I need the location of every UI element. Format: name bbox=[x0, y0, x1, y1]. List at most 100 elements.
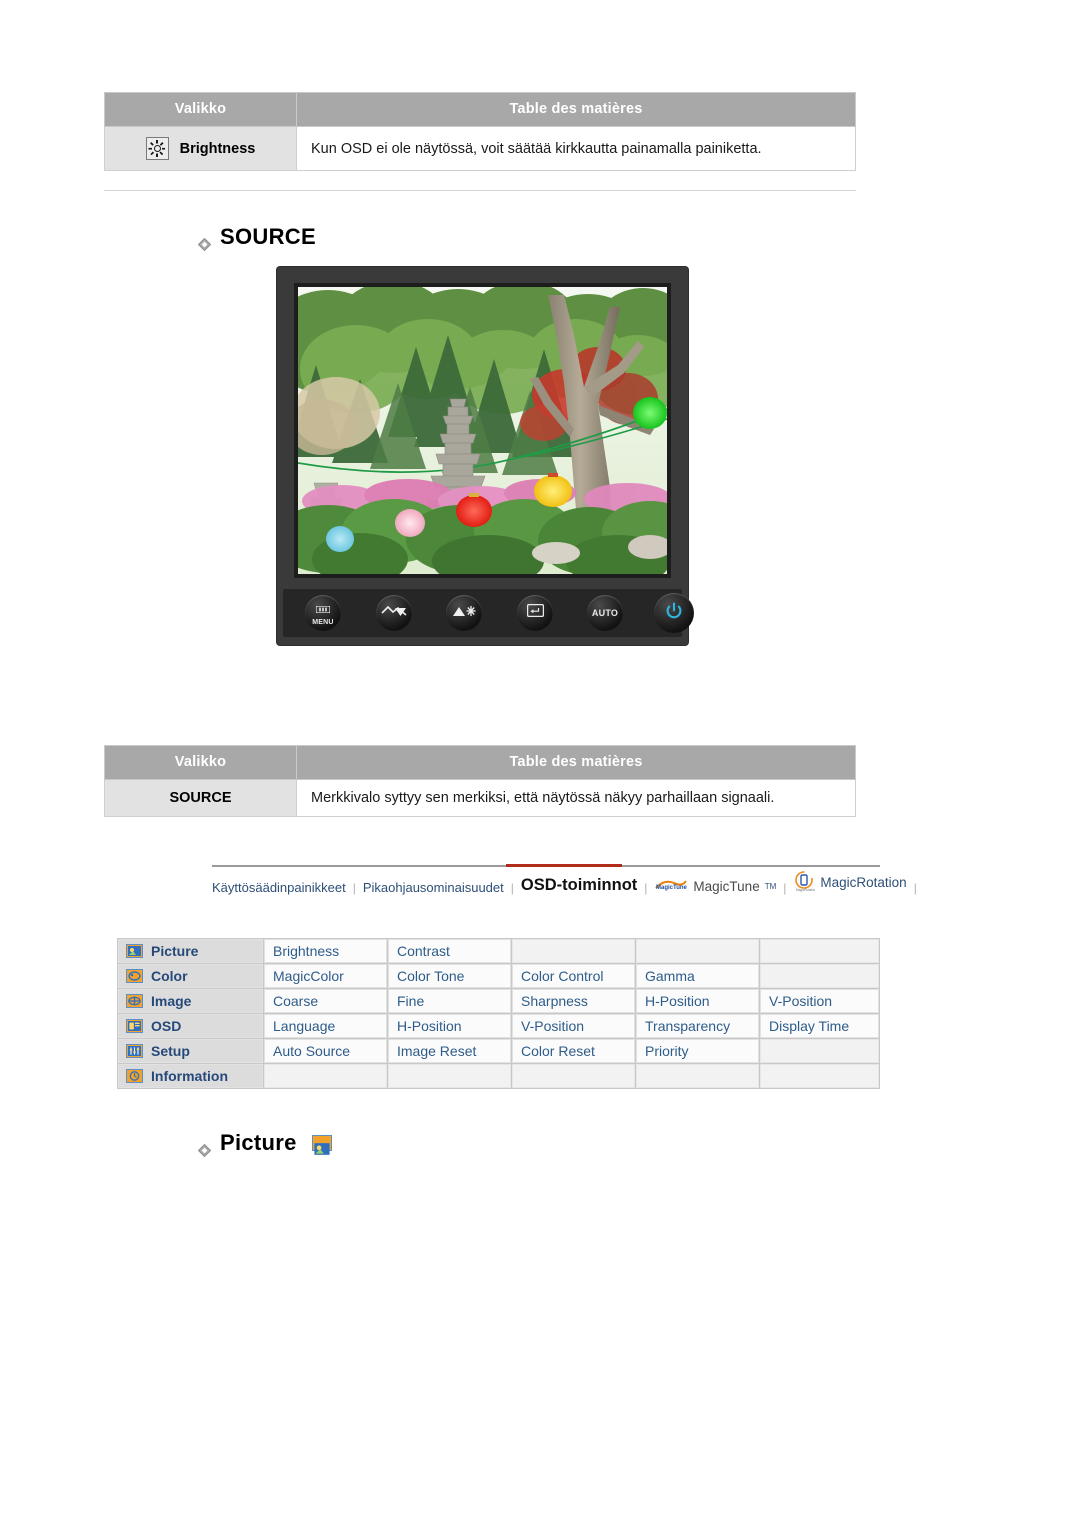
brightness-label: Brightness bbox=[179, 140, 256, 157]
up-brightness-icon bbox=[451, 604, 477, 623]
osd-item-empty bbox=[760, 1064, 879, 1088]
table-header-row: Valikko Table des matières bbox=[104, 745, 856, 780]
table-header-row: Valikko Table des matières bbox=[104, 92, 856, 127]
osd-item-empty bbox=[636, 1064, 759, 1088]
setup-icon bbox=[126, 1044, 143, 1058]
osd-icon bbox=[126, 1019, 143, 1033]
osd-grid-row: Image Coarse Fine Sharpness H-Position V… bbox=[118, 989, 879, 1013]
nav-item-osd-functions[interactable]: OSD-toiminnot bbox=[521, 876, 637, 899]
active-tab-underline bbox=[506, 864, 622, 867]
osd-item[interactable]: H-Position bbox=[636, 989, 759, 1013]
magicrotation-logo-icon: MagicRotation bbox=[793, 870, 817, 895]
osd-grid-row: Information bbox=[118, 1064, 879, 1088]
source-heading: SOURCE bbox=[197, 224, 316, 251]
osd-item-empty bbox=[264, 1064, 387, 1088]
menu-button-label: MENU bbox=[312, 619, 334, 626]
enter-source-button[interactable] bbox=[517, 595, 553, 631]
column-header-menu: Valikko bbox=[104, 92, 297, 127]
osd-group-color[interactable]: Color bbox=[118, 964, 263, 988]
osd-item-empty bbox=[512, 1064, 635, 1088]
osd-item[interactable]: Transparency bbox=[636, 1014, 759, 1038]
osd-item[interactable]: H-Position bbox=[388, 1014, 511, 1038]
osd-group-label: Image bbox=[151, 993, 192, 1009]
osd-item[interactable]: Priority bbox=[636, 1039, 759, 1063]
brightness-description: Kun OSD ei ole näytössä, voit säätää kir… bbox=[296, 126, 856, 171]
osd-item[interactable]: Language bbox=[264, 1014, 387, 1038]
brightness-menu-cell: Brightness bbox=[104, 126, 297, 171]
svg-text:MagicTune: MagicTune bbox=[656, 885, 688, 891]
monitor-button-bar: MENU AUTO bbox=[283, 589, 694, 637]
osd-item[interactable]: Fine bbox=[388, 989, 511, 1013]
nav-separator: | bbox=[510, 881, 514, 895]
column-header-toc: Table des matières bbox=[296, 92, 856, 127]
osd-item-empty bbox=[636, 939, 759, 963]
power-icon bbox=[665, 602, 683, 625]
osd-item[interactable]: Auto Source bbox=[264, 1039, 387, 1063]
image-icon bbox=[126, 994, 143, 1008]
osd-item[interactable]: Color Reset bbox=[512, 1039, 635, 1063]
down-arrow-icon bbox=[381, 604, 407, 623]
monitor-bezel-inner bbox=[294, 283, 671, 578]
osd-item[interactable]: Sharpness bbox=[512, 989, 635, 1013]
section-divider bbox=[104, 190, 856, 191]
osd-group-image[interactable]: Image bbox=[118, 989, 263, 1013]
osd-item[interactable]: Display Time bbox=[760, 1014, 879, 1038]
osd-group-information[interactable]: Information bbox=[118, 1064, 263, 1088]
column-header-menu: Valikko bbox=[104, 745, 297, 780]
table-row: SOURCE Merkkivalo syttyy sen merkiksi, e… bbox=[104, 779, 856, 817]
menu-button[interactable]: MENU bbox=[305, 595, 341, 631]
trademark-symbol: TM bbox=[764, 882, 777, 891]
osd-item[interactable]: Contrast bbox=[388, 939, 511, 963]
osd-item[interactable]: Color Tone bbox=[388, 964, 511, 988]
osd-item[interactable]: Gamma bbox=[636, 964, 759, 988]
nav-item-magictune[interactable]: MagicTune MagicTune TM bbox=[654, 878, 776, 899]
auto-button[interactable]: AUTO bbox=[587, 595, 623, 631]
diamond-bullet-icon bbox=[197, 231, 212, 251]
diamond-bullet-icon bbox=[197, 1137, 212, 1157]
osd-item-empty bbox=[388, 1064, 511, 1088]
nav-separator: | bbox=[913, 881, 917, 895]
picture-heading-text: Picture bbox=[220, 1130, 297, 1155]
nav-separator: | bbox=[783, 881, 787, 895]
picture-heading: Picture bbox=[197, 1130, 332, 1157]
monitor-illustration: MENU AUTO bbox=[277, 267, 694, 645]
source-description: Merkkivalo syttyy sen merkiksi, että näy… bbox=[296, 779, 856, 817]
osd-item-empty bbox=[760, 964, 879, 988]
nav-label: MagicRotation bbox=[820, 875, 907, 890]
osd-grid-row: Color MagicColor Color Tone Color Contro… bbox=[118, 964, 879, 988]
osd-group-label: Picture bbox=[151, 943, 199, 959]
nav-label: OSD-toiminnot bbox=[520, 876, 638, 894]
osd-item[interactable]: Image Reset bbox=[388, 1039, 511, 1063]
brightness-info-table: Valikko Table des matières Brightness Ku… bbox=[104, 92, 856, 171]
picture-icon bbox=[126, 944, 143, 958]
nav-item-magicrotation[interactable]: MagicRotation MagicRotation bbox=[793, 870, 907, 899]
osd-item[interactable]: V-Position bbox=[512, 1014, 635, 1038]
section-navbar: Käyttösäädinpainikkeet | Pikaohjausomina… bbox=[212, 864, 917, 899]
auto-button-label: AUTO bbox=[591, 607, 619, 618]
osd-group-setup[interactable]: Setup bbox=[118, 1039, 263, 1063]
monitor-screen bbox=[298, 287, 667, 574]
source-info-table: Valikko Table des matières SOURCE Merkki… bbox=[104, 745, 856, 817]
osd-group-label: Information bbox=[151, 1068, 228, 1084]
magictune-logo-icon: MagicTune bbox=[654, 878, 688, 895]
osd-grid-row: OSD Language H-Position V-Position Trans… bbox=[118, 1014, 879, 1038]
nav-item-control-buttons[interactable]: Käyttösäädinpainikkeet bbox=[212, 880, 346, 899]
power-button[interactable] bbox=[654, 593, 694, 633]
nav-separator: | bbox=[644, 881, 648, 895]
osd-item[interactable]: MagicColor bbox=[264, 964, 387, 988]
osd-item[interactable]: Color Control bbox=[512, 964, 635, 988]
down-button[interactable] bbox=[376, 595, 412, 631]
osd-item[interactable]: V-Position bbox=[760, 989, 879, 1013]
menu-icon bbox=[315, 600, 331, 618]
up-brightness-button[interactable] bbox=[446, 595, 482, 631]
osd-item[interactable]: Coarse bbox=[264, 989, 387, 1013]
osd-grid-row: Picture Brightness Contrast bbox=[118, 939, 879, 963]
osd-group-osd[interactable]: OSD bbox=[118, 1014, 263, 1038]
nav-label: Käyttösäädinpainikkeet bbox=[212, 880, 346, 895]
garden-scene-image bbox=[298, 287, 667, 574]
nav-separator: | bbox=[352, 881, 356, 895]
osd-item[interactable]: Brightness bbox=[264, 939, 387, 963]
nav-item-quick-controls[interactable]: Pikaohjausominaisuudet bbox=[363, 880, 504, 899]
nav-label: Pikaohjausominaisuudet bbox=[362, 880, 504, 895]
osd-group-picture[interactable]: Picture bbox=[118, 939, 263, 963]
